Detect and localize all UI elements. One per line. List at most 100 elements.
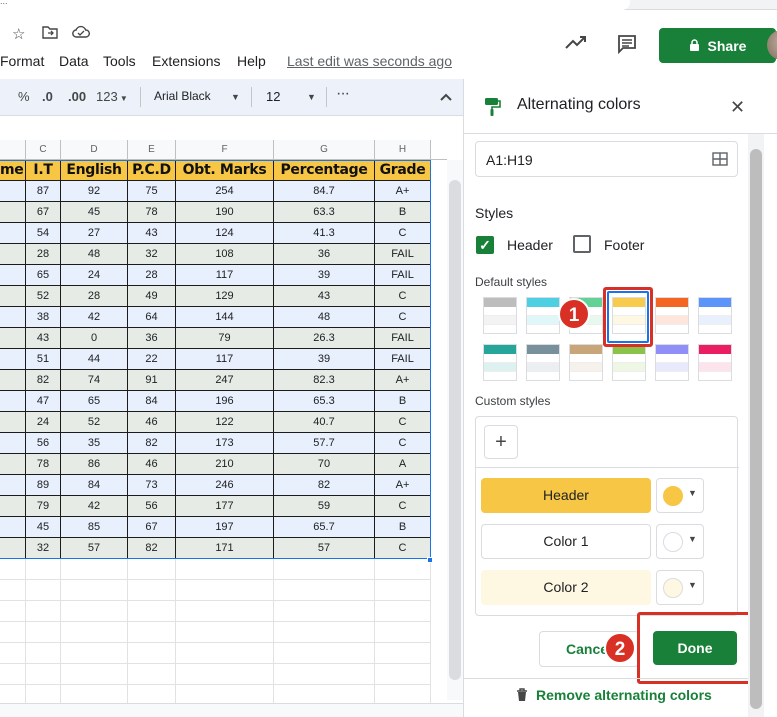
- table-cell[interactable]: A+: [375, 181, 431, 202]
- increase-decimal-button[interactable]: .00: [68, 89, 86, 104]
- table-cell[interactable]: 52: [26, 286, 61, 307]
- table-cell[interactable]: [375, 601, 431, 622]
- table-cell[interactable]: 79: [26, 496, 61, 517]
- table-cell[interactable]: [176, 559, 274, 580]
- color2-button[interactable]: Color 2: [481, 570, 651, 605]
- range-input[interactable]: A1:H19: [475, 141, 738, 177]
- table-cell[interactable]: 32: [128, 244, 176, 265]
- table-cell[interactable]: [0, 433, 26, 454]
- table-cell[interactable]: [0, 349, 26, 370]
- footer-checkbox[interactable]: [573, 235, 591, 253]
- default-style-swatch[interactable]: [655, 297, 689, 334]
- tab-fragment[interactable]: ...: [0, 0, 630, 10]
- column-header-h[interactable]: H: [375, 140, 431, 160]
- table-cell[interactable]: FAIL: [375, 328, 431, 349]
- done-button[interactable]: Done: [653, 631, 737, 665]
- table-cell[interactable]: C: [375, 433, 431, 454]
- column-header-f[interactable]: F: [176, 140, 274, 160]
- table-cell[interactable]: [176, 601, 274, 622]
- table-cell[interactable]: [375, 664, 431, 685]
- table-cell[interactable]: 51: [26, 349, 61, 370]
- table-cell[interactable]: [0, 223, 26, 244]
- table-cell[interactable]: 117: [176, 265, 274, 286]
- table-cell[interactable]: FAIL: [375, 265, 431, 286]
- table-cell[interactable]: [375, 622, 431, 643]
- last-edit-link[interactable]: Last edit was seconds ago: [287, 53, 452, 69]
- table-cell[interactable]: [26, 580, 61, 601]
- more-options-icon[interactable]: ···: [336, 85, 350, 103]
- table-cell[interactable]: [0, 265, 26, 286]
- move-folder-icon[interactable]: [42, 25, 58, 43]
- table-cell[interactable]: [0, 286, 26, 307]
- color2-picker[interactable]: ▼: [656, 570, 704, 605]
- table-cell[interactable]: [61, 580, 128, 601]
- default-style-swatch[interactable]: [526, 344, 560, 381]
- table-cell[interactable]: 39: [274, 349, 375, 370]
- table-cell[interactable]: 24: [61, 265, 128, 286]
- table-cell[interactable]: B: [375, 517, 431, 538]
- table-cell[interactable]: [26, 559, 61, 580]
- table-cell[interactable]: 246: [176, 475, 274, 496]
- table-cell[interactable]: 57: [61, 538, 128, 559]
- spreadsheet-grid[interactable]: C D E F G H me I.T English P.C.D Obt. Marks P…: [0, 117, 463, 717]
- table-cell[interactable]: [0, 370, 26, 391]
- table-cell[interactable]: 86: [61, 454, 128, 475]
- table-cell[interactable]: 108: [176, 244, 274, 265]
- default-style-swatch[interactable]: [483, 297, 517, 334]
- table-cell[interactable]: 54: [26, 223, 61, 244]
- column-header-b[interactable]: [0, 140, 26, 160]
- table-cell[interactable]: 82.3: [274, 370, 375, 391]
- table-cell[interactable]: [0, 643, 26, 664]
- table-cell[interactable]: 44: [61, 349, 128, 370]
- table-cell[interactable]: 57.7: [274, 433, 375, 454]
- table-cell[interactable]: 32: [26, 538, 61, 559]
- table-cell[interactable]: 45: [61, 202, 128, 223]
- table-cell[interactable]: A: [375, 454, 431, 475]
- table-cell[interactable]: [0, 580, 26, 601]
- table-cell[interactable]: 43: [128, 223, 176, 244]
- table-cell[interactable]: 48: [274, 307, 375, 328]
- table-cell[interactable]: [375, 559, 431, 580]
- table-cell[interactable]: [61, 559, 128, 580]
- table-cell[interactable]: [0, 496, 26, 517]
- table-cell[interactable]: [0, 181, 26, 202]
- table-cell[interactable]: C: [375, 496, 431, 517]
- table-cell[interactable]: 43: [274, 286, 375, 307]
- table-cell[interactable]: 92: [61, 181, 128, 202]
- table-cell[interactable]: B: [375, 391, 431, 412]
- table-cell[interactable]: [26, 643, 61, 664]
- table-cell[interactable]: 57: [274, 538, 375, 559]
- color1-button[interactable]: Color 1: [481, 524, 651, 559]
- select-range-icon[interactable]: [712, 152, 728, 171]
- table-cell[interactable]: [0, 622, 26, 643]
- menu-extensions[interactable]: Extensions: [152, 53, 220, 69]
- header-cell[interactable]: Grade: [375, 160, 431, 181]
- table-cell[interactable]: [61, 622, 128, 643]
- table-cell[interactable]: [0, 202, 26, 223]
- table-cell[interactable]: [274, 643, 375, 664]
- table-cell[interactable]: 67: [26, 202, 61, 223]
- table-cell[interactable]: [61, 643, 128, 664]
- table-cell[interactable]: [26, 601, 61, 622]
- table-cell[interactable]: FAIL: [375, 349, 431, 370]
- table-cell[interactable]: [0, 412, 26, 433]
- menu-format[interactable]: Format: [0, 53, 44, 69]
- table-cell[interactable]: [274, 601, 375, 622]
- table-cell[interactable]: [26, 622, 61, 643]
- table-cell[interactable]: 210: [176, 454, 274, 475]
- header-color-button[interactable]: Header: [481, 478, 651, 513]
- table-cell[interactable]: [0, 664, 26, 685]
- chevron-down-icon[interactable]: ▼: [307, 92, 316, 102]
- table-cell[interactable]: 48: [61, 244, 128, 265]
- table-cell[interactable]: 42: [61, 496, 128, 517]
- table-cell[interactable]: 46: [128, 412, 176, 433]
- font-size-select[interactable]: 12: [266, 89, 280, 104]
- table-cell[interactable]: 35: [61, 433, 128, 454]
- table-cell[interactable]: 87: [26, 181, 61, 202]
- table-cell[interactable]: [0, 601, 26, 622]
- table-cell[interactable]: 75: [128, 181, 176, 202]
- default-style-swatch[interactable]: [569, 344, 603, 381]
- table-cell[interactable]: 67: [128, 517, 176, 538]
- fill-handle[interactable]: [427, 557, 433, 563]
- column-header-g[interactable]: G: [274, 140, 375, 160]
